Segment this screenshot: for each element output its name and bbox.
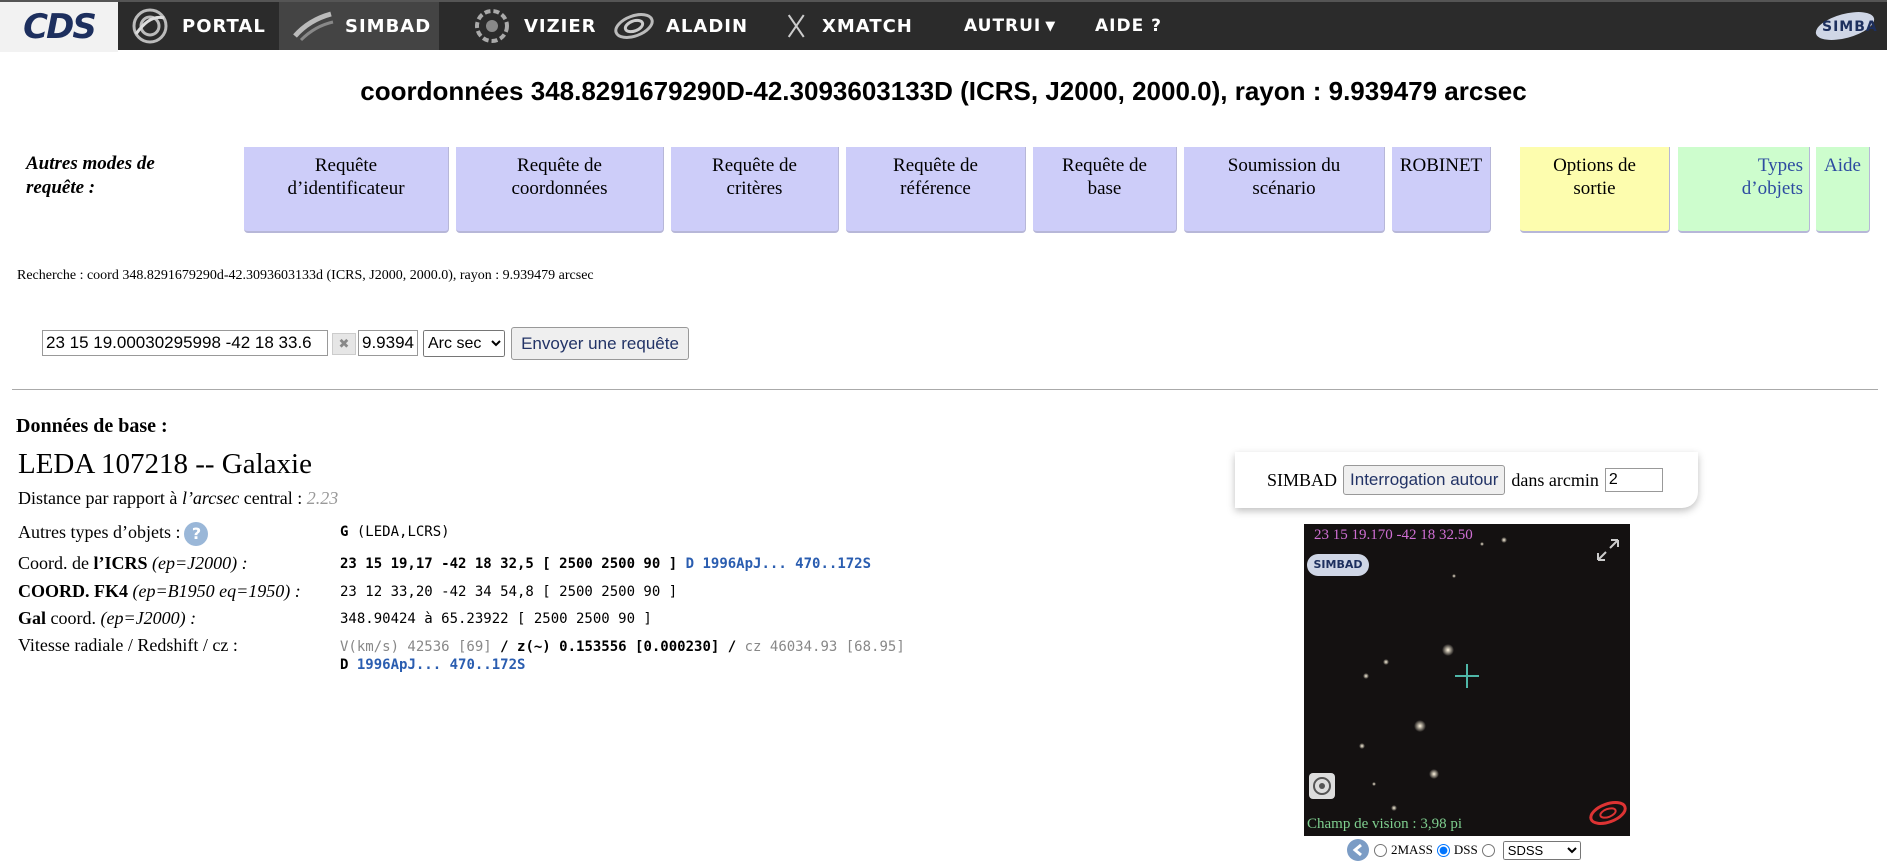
distance-value: 2.23	[306, 488, 339, 508]
clear-coordinate-button[interactable]: ✖	[332, 333, 356, 355]
survey-selector: 2MASS DSS SDSS	[1346, 838, 1581, 862]
nav-xmatch[interactable]: XMatch	[786, 2, 936, 50]
radius-input[interactable]	[358, 330, 418, 356]
simbad-badge: SIMBAD	[1307, 554, 1369, 576]
distance-line: Distance par rapport à l’arcsec central …	[18, 488, 339, 508]
icrs-reference-link[interactable]: 1996ApJ... 470..172S	[702, 556, 871, 572]
arcmin-input[interactable]	[1604, 468, 1663, 492]
expand-icon[interactable]	[1594, 536, 1622, 564]
output-options-button[interactable]: Options de sortie	[1520, 147, 1670, 233]
field-of-view-label: Champ de vision : 3,98 pi	[1307, 816, 1462, 832]
nav-autrui-menu[interactable]: Autrui ▼	[964, 2, 1064, 50]
vizier-icon	[475, 9, 509, 43]
nav-vizier[interactable]: VizieR	[470, 2, 610, 50]
mode-identifier-query[interactable]: Requête d’identificateur	[244, 147, 449, 233]
mode-script-submission[interactable]: Soumission du scénario	[1184, 147, 1385, 233]
query-modes-label: Autres modes de requête :	[26, 153, 155, 198]
mode-reference-query[interactable]: Requête de référence	[846, 147, 1026, 233]
aladin-logo-icon	[1589, 801, 1627, 825]
nav-simbad[interactable]: SIMBAD	[279, 2, 439, 50]
simbad-logo[interactable]: SIMBAD	[1812, 2, 1882, 50]
search-around-box: SIMBAD Interrogation autour dans arcmin	[1235, 452, 1698, 508]
rv-reference-link[interactable]: 1996ApJ... 470..172S	[357, 657, 526, 673]
search-summary: Recherche : coord 348.8291679290d-42.309…	[17, 268, 594, 283]
sky-preview-image[interactable]: 23 15 19.170 -42 18 32.50 SIMBAD Champ d…	[1304, 524, 1630, 836]
mode-basic-query[interactable]: Requête de base	[1033, 147, 1177, 233]
page-title: coordonnées 348.8291679290D-42.309360313…	[360, 76, 1527, 106]
fk4-coord-label: COORD. FK4 (ep=B1950 eq=1950) :	[18, 581, 301, 601]
fk4-coord-value: 23 12 33,20 -42 34 54,8 [ 2500 2500 90 ]	[340, 584, 678, 600]
survey-radio-dss[interactable]	[1436, 843, 1450, 857]
portal-icon	[132, 8, 168, 44]
simbad-logo-text: SIMBAD	[1822, 19, 1878, 35]
search-around-button[interactable]: Interrogation autour	[1343, 465, 1506, 495]
help-link[interactable]: Aide	[1816, 147, 1870, 233]
gal-coord-value: 348.90424 à 65.23922 [ 2500 2500 90 ]	[340, 611, 652, 627]
submit-query-button[interactable]: Envoyer une requête	[511, 327, 689, 360]
other-types-label: Autres types d’objets :?	[18, 522, 209, 546]
mode-criteria-query[interactable]: Requête de critères	[671, 147, 839, 233]
other-types-value: G (LEDA,LCRS)	[340, 524, 450, 540]
survey-select[interactable]: SDSS	[1502, 840, 1581, 860]
aladin-icon	[614, 13, 654, 39]
coordinate-input[interactable]	[42, 330, 328, 356]
back-arrow-icon[interactable]	[1346, 838, 1370, 862]
simbad-icon	[293, 11, 334, 42]
icrs-coord-value: 23 15 19,17 -42 18 32,5 [ 2500 2500 90 ]…	[340, 556, 872, 572]
object-types-link[interactable]: Types d’objets	[1678, 147, 1810, 233]
nav-aladin[interactable]: Aladin	[612, 2, 762, 50]
mode-robinet[interactable]: ROBINET	[1392, 147, 1491, 233]
basic-data-heading: Données de base :	[16, 415, 168, 437]
survey-radio-other[interactable]	[1481, 843, 1495, 857]
nav-aide[interactable]: Aide ?	[1095, 2, 1175, 50]
cds-logo[interactable]: CDS	[0, 2, 118, 52]
object-title: LEDA 107218 -- Galaxie	[18, 448, 312, 480]
divider	[12, 389, 1878, 390]
radial-velocity-value: V(km/s) 42536 [69] / z(~) 0.153556 [0.00…	[340, 639, 905, 673]
nav-portal[interactable]: Portal	[128, 2, 278, 50]
sky-coord-label: 23 15 19.170 -42 18 32.50	[1314, 527, 1473, 543]
radial-velocity-label: Vitesse radiale / Redshift / cz :	[18, 635, 238, 655]
target-icon[interactable]	[1308, 772, 1336, 800]
gal-coord-label: Gal coord. (ep=J2000) :	[18, 608, 197, 628]
simbad-logo-icon: SIMBAD	[1815, 12, 1878, 40]
help-icon[interactable]: ?	[184, 522, 209, 546]
top-navigation-bar: CDS Portal SIMBAD VizieR Aladin XMatch A…	[0, 0, 1887, 52]
caret-down-icon: ▼	[1045, 18, 1057, 34]
icrs-coord-label: Coord. de l’ICRS (ep=J2000) :	[18, 553, 248, 573]
xmatch-icon	[787, 14, 805, 38]
mode-coordinate-query[interactable]: Requête de coordonnées	[456, 147, 664, 233]
survey-radio-2mass[interactable]	[1374, 843, 1387, 857]
radius-unit-select[interactable]: Arc sec	[423, 330, 505, 357]
